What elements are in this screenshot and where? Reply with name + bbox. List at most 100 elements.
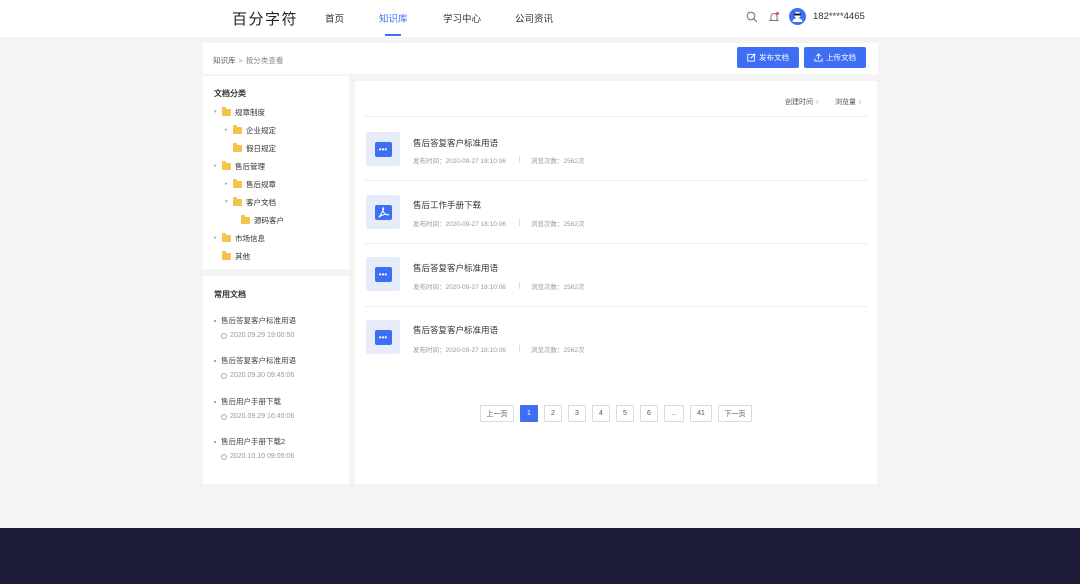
common-doc-date-text: 2020.09.29 16:40:06 — [230, 413, 295, 420]
common-doc-item[interactable]: 售后用户手册下载2 2020.10.10 09:05:06 — [214, 436, 294, 460]
tree-item-market[interactable]: ▸ 市场信息 — [214, 233, 265, 243]
upload-icon — [814, 53, 823, 62]
pagination-page[interactable]: 3 — [568, 405, 586, 422]
breadcrumb: 知识库 > 按分类查看 — [213, 55, 283, 66]
sort-caret-icon: ⇳ — [858, 99, 864, 106]
nav-learning[interactable]: 学习中心 — [443, 11, 481, 25]
action-bar: 知识库 > 按分类查看 发布文档 上传文档 — [203, 43, 878, 74]
doc-published: 发布时间：2020-09-27 18:10:06 — [413, 158, 506, 165]
tree-item-label: 售后管理 — [235, 161, 265, 171]
doc-meta: 发布时间：2020-09-27 18:10:06 浏览次数：2562次 — [413, 218, 584, 228]
folder-icon — [233, 179, 242, 188]
category-title: 文档分类 — [214, 89, 246, 98]
pagination-page[interactable]: 6 — [640, 405, 658, 422]
doc-title[interactable]: 售后答复客户标准用语 — [413, 324, 498, 336]
user-avatar-icon — [792, 11, 803, 22]
divider — [365, 243, 867, 244]
pagination-prev[interactable]: 上一页 — [480, 405, 514, 422]
publish-label: 发布文档 — [759, 53, 789, 62]
edit-icon — [747, 53, 756, 62]
meta-separator — [519, 156, 520, 163]
folder-icon — [222, 161, 231, 170]
clock-icon — [221, 453, 227, 460]
doc-meta: 发布时间：2020-09-27 18:10:06 浏览次数：2562次 — [413, 344, 584, 354]
pagination-page[interactable]: 4 — [592, 405, 610, 422]
expand-arrow-icon[interactable]: ▸ — [214, 235, 220, 241]
tree-item-aftersales-rules[interactable]: ▸ 售后规章 — [225, 179, 276, 189]
page-footer — [0, 528, 1080, 584]
tree-item-other[interactable]: 其他 — [222, 251, 250, 261]
common-doc-date: 2020.10.10 09:05:06 — [221, 453, 294, 460]
tree-item-label: 规章制度 — [235, 107, 265, 117]
bell-icon[interactable] — [768, 11, 780, 23]
pagination-ellipsis[interactable]: ... — [664, 405, 684, 422]
breadcrumb-root[interactable]: 知识库 — [213, 56, 236, 65]
avatar[interactable] — [789, 8, 806, 25]
doc-meta: 发布时间：2020-09-27 18:10:06 浏览次数：2562次 — [413, 281, 584, 291]
pagination-page[interactable]: 5 — [616, 405, 634, 422]
folder-icon — [233, 125, 242, 134]
pagination-page[interactable]: 41 — [690, 405, 712, 422]
folder-icon — [241, 215, 250, 224]
pagination-page[interactable]: 2 — [544, 405, 562, 422]
site-logo[interactable]: 百分字符 — [232, 8, 298, 29]
common-doc-title[interactable]: 售后用户手册下载 — [214, 396, 294, 407]
clock-icon — [221, 413, 227, 420]
tree-item-label: 客户文档 — [246, 197, 276, 207]
breadcrumb-current: 按分类查看 — [245, 56, 284, 65]
nav-home[interactable]: 首页 — [325, 11, 344, 25]
message-bubble-glyph: ••• — [374, 329, 392, 345]
doc-views: 浏览次数：2562次 — [531, 347, 585, 354]
doc-views: 浏览次数：2562次 — [531, 284, 585, 291]
tree-item-label: 市场信息 — [235, 233, 265, 243]
common-doc-item[interactable]: 售后答复客户标准用语 2020.09.29 19:00:50 — [214, 315, 296, 339]
tree-item-source-customers[interactable]: 源码客户 — [241, 215, 284, 225]
collapse-arrow-icon[interactable]: ▸ — [214, 163, 220, 169]
user-phone[interactable]: 182****4465 — [813, 11, 865, 22]
pagination-page[interactable]: 1 — [520, 405, 538, 422]
folder-icon — [233, 197, 242, 206]
doc-title[interactable]: 售后答复客户标准用语 — [413, 137, 498, 149]
nav-knowledge[interactable]: 知识库 — [379, 11, 408, 25]
upload-label: 上传文档 — [826, 53, 856, 62]
tree-item-aftersales[interactable]: ▸ 售后管理 — [214, 161, 265, 171]
pagination-next[interactable]: 下一页 — [718, 405, 752, 422]
doc-views: 浏览次数：2562次 — [531, 158, 585, 165]
folder-icon — [222, 107, 231, 116]
common-doc-title[interactable]: 售后答复客户标准用语 — [214, 315, 296, 326]
tree-item-label: 其他 — [235, 251, 250, 261]
message-icon: ••• — [366, 257, 400, 291]
doc-title[interactable]: 售后工作手册下载 — [413, 199, 481, 211]
upload-button[interactable]: 上传文档 — [804, 47, 866, 68]
message-icon: ••• — [366, 132, 400, 166]
folder-icon — [222, 251, 231, 260]
common-doc-title[interactable]: 售后答复客户标准用语 — [214, 355, 296, 366]
tree-item-holiday-rules[interactable]: 假日规定 — [233, 143, 276, 153]
tree-item-company-rules[interactable]: ▸ 企业规定 — [225, 125, 276, 135]
tree-item-regulations[interactable]: ▾ 规章制度 — [214, 107, 265, 117]
tree-item-label: 源码客户 — [254, 215, 284, 225]
pdf-glyph — [374, 204, 392, 220]
nav-active-indicator — [385, 34, 401, 36]
collapse-arrow-icon[interactable]: ▾ — [225, 199, 231, 205]
sort-by-views[interactable]: 浏览量 ⇳ — [835, 97, 863, 107]
collapse-arrow-icon[interactable]: ▾ — [214, 109, 220, 115]
tree-item-customer-docs[interactable]: ▾ 客户文档 — [225, 197, 276, 207]
expand-arrow-icon[interactable]: ▸ — [225, 181, 231, 187]
message-bubble-glyph: ••• — [374, 141, 392, 157]
doc-views: 浏览次数：2562次 — [531, 221, 585, 228]
search-icon[interactable] — [746, 11, 758, 23]
common-doc-item[interactable]: 售后答复客户标准用语 2020.09.30 09:45:06 — [214, 355, 296, 379]
doc-title[interactable]: 售后答复客户标准用语 — [413, 262, 498, 274]
sort-by-created[interactable]: 创建时间 ⇳ — [785, 97, 820, 107]
common-doc-title[interactable]: 售后用户手册下载2 — [214, 436, 294, 447]
nav-news[interactable]: 公司资讯 — [515, 11, 553, 25]
divider — [365, 306, 867, 307]
common-doc-date: 2020.09.29 16:40:06 — [221, 413, 294, 420]
common-doc-item[interactable]: 售后用户手册下载 2020.09.29 16:40:06 — [214, 396, 294, 420]
pdf-icon — [366, 195, 400, 229]
expand-arrow-icon[interactable]: ▸ — [225, 127, 231, 133]
doc-published: 发布时间：2020-09-27 18:10:06 — [413, 347, 506, 354]
meta-separator — [519, 219, 520, 226]
publish-button[interactable]: 发布文档 — [737, 47, 799, 68]
